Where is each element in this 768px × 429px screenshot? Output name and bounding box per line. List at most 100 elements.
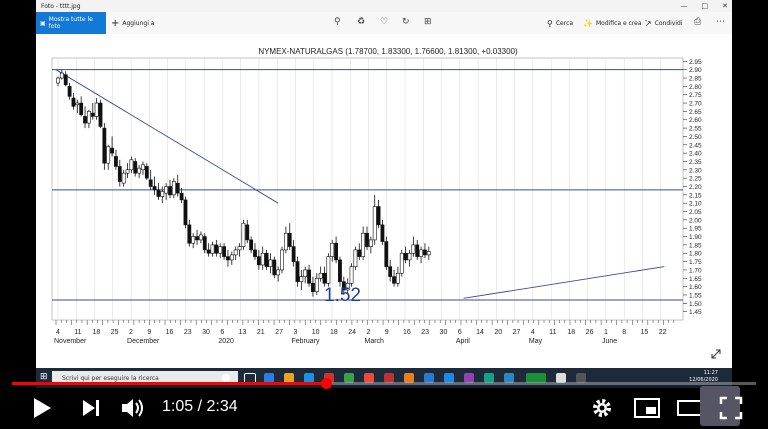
x-tick-label: 18 <box>567 329 575 336</box>
y-tick-label: 1.65 <box>689 276 702 283</box>
candle-body <box>90 112 95 117</box>
candle-body <box>419 249 423 257</box>
candle-body <box>357 249 362 257</box>
candle-body <box>314 277 319 292</box>
y-tick-label: 2.40 <box>689 151 702 158</box>
play-icon[interactable] <box>31 396 53 420</box>
candle-body <box>311 282 315 292</box>
x-tick-label: 21 <box>257 329 265 336</box>
candle-body <box>411 244 416 254</box>
candle-body <box>384 241 389 267</box>
progress-bar[interactable] <box>12 378 756 389</box>
candle-body <box>164 186 169 194</box>
candle-body <box>326 256 331 284</box>
y-tick-label: 1.80 <box>689 251 702 258</box>
y-tick-label: 2.90 <box>689 67 702 74</box>
annotation-label: 1.52 <box>324 285 361 306</box>
plot-area <box>51 57 684 321</box>
y-tick-label: 2.30 <box>689 167 702 174</box>
y-tick-label: 1.45 <box>689 309 702 316</box>
taskbar-search-input[interactable]: Scrivi qui per eseguire la ricerca <box>62 375 159 382</box>
windows-start-icon[interactable]: ⊞ <box>40 372 48 382</box>
candle-body <box>144 166 149 179</box>
x-tick-label: 9 <box>385 329 389 336</box>
resize-icon[interactable] <box>711 349 721 359</box>
candle-body <box>141 164 145 171</box>
candle-body <box>83 116 87 124</box>
x-month-label: March <box>365 338 385 345</box>
photos-icon: ▣ <box>40 19 46 27</box>
add-to-button[interactable]: + Aggiungi a <box>111 12 154 34</box>
edit-icon: ✨ <box>583 18 593 28</box>
window-title: Foto - tttt.jpg <box>41 3 81 10</box>
fullscreen-icon[interactable] <box>719 396 743 420</box>
share-button[interactable]: ↗ Condividi <box>645 12 683 34</box>
candle-body <box>79 102 84 116</box>
search-label: Cerca <box>555 19 574 27</box>
chart-title: NYMEX-NATURALGAS (1.78700, 1.83300, 1.76… <box>258 47 518 56</box>
rotate-icon[interactable]: ↻ <box>402 17 410 27</box>
candle-body <box>338 259 342 282</box>
candle-body <box>295 261 300 282</box>
cortana-icon[interactable] <box>222 374 230 382</box>
candle-body <box>376 206 381 226</box>
x-tick-label: 27 <box>275 329 283 336</box>
x-tick-label: 16 <box>403 329 411 336</box>
crop-icon[interactable]: ⊞ <box>424 17 432 27</box>
candle-body <box>256 256 261 266</box>
next-icon[interactable] <box>81 396 101 420</box>
zoom-icon[interactable]: ⚲ <box>334 17 341 27</box>
candle-body <box>125 169 130 174</box>
all-photos-label: Mostra tutte le foto <box>48 16 93 30</box>
y-tick-label: 2.85 <box>689 76 702 83</box>
y-tick-label: 1.50 <box>689 301 702 308</box>
candle-body <box>86 111 91 124</box>
y-tick-label: 2.65 <box>689 109 702 116</box>
x-tick-label: 18 <box>330 329 338 336</box>
candle-body <box>214 244 219 254</box>
candle-body <box>287 232 292 247</box>
x-tick-label: 23 <box>184 329 192 336</box>
candle-body <box>361 232 366 257</box>
x-tick-label: 30 <box>202 329 210 336</box>
progress-scrubber[interactable] <box>320 378 332 389</box>
candle-body <box>253 249 257 257</box>
candle-body <box>179 192 184 201</box>
x-tick-label: 11 <box>549 329 556 336</box>
x-tick-label: 2 <box>129 329 133 336</box>
candle-body <box>226 256 230 261</box>
y-tick-label: 1.95 <box>689 226 702 233</box>
candle-body <box>222 246 226 257</box>
candle-body <box>175 182 180 194</box>
volume-icon[interactable] <box>120 396 146 420</box>
all-photos-button[interactable]: ▣ Mostra tutte le foto <box>36 12 106 34</box>
window-controls: — □ ✕ <box>681 2 729 10</box>
candle-body <box>195 236 199 241</box>
window-title-bar: Foto - tttt.jpg — □ ✕ <box>36 0 732 12</box>
candle-body <box>403 252 408 261</box>
y-tick-label: 2.60 <box>689 117 702 124</box>
settings-icon[interactable] <box>590 396 614 420</box>
favorite-icon[interactable]: ♡ <box>380 17 388 27</box>
x-tick-label: 9 <box>147 329 151 336</box>
x-tick-label: 8 <box>622 329 626 336</box>
y-tick-label: 2.55 <box>689 126 702 133</box>
maximize-icon[interactable]: □ <box>702 2 709 10</box>
candle-body <box>102 127 107 164</box>
edit-create-button[interactable]: ✨ Modifica e crea ˅ <box>583 12 648 34</box>
y-tick-label: 2.45 <box>689 142 702 149</box>
minimize-icon[interactable]: — <box>681 2 688 10</box>
more-icon[interactable]: ⋯ <box>716 17 725 27</box>
miniplayer-icon[interactable] <box>633 396 661 420</box>
close-icon[interactable]: ✕ <box>722 2 728 10</box>
x-tick-label: 2 <box>367 329 371 336</box>
candle-body <box>307 269 311 284</box>
x-tick-label: 6 <box>220 329 224 336</box>
candle-body <box>283 232 288 251</box>
search-button[interactable]: ⚲ Cerca <box>547 12 573 34</box>
candle-body <box>303 269 308 277</box>
x-month-label: June <box>602 338 617 345</box>
delete-icon[interactable]: ♻ <box>357 17 365 27</box>
print-icon[interactable]: ⎙ <box>694 17 701 27</box>
candle-body <box>160 191 165 197</box>
